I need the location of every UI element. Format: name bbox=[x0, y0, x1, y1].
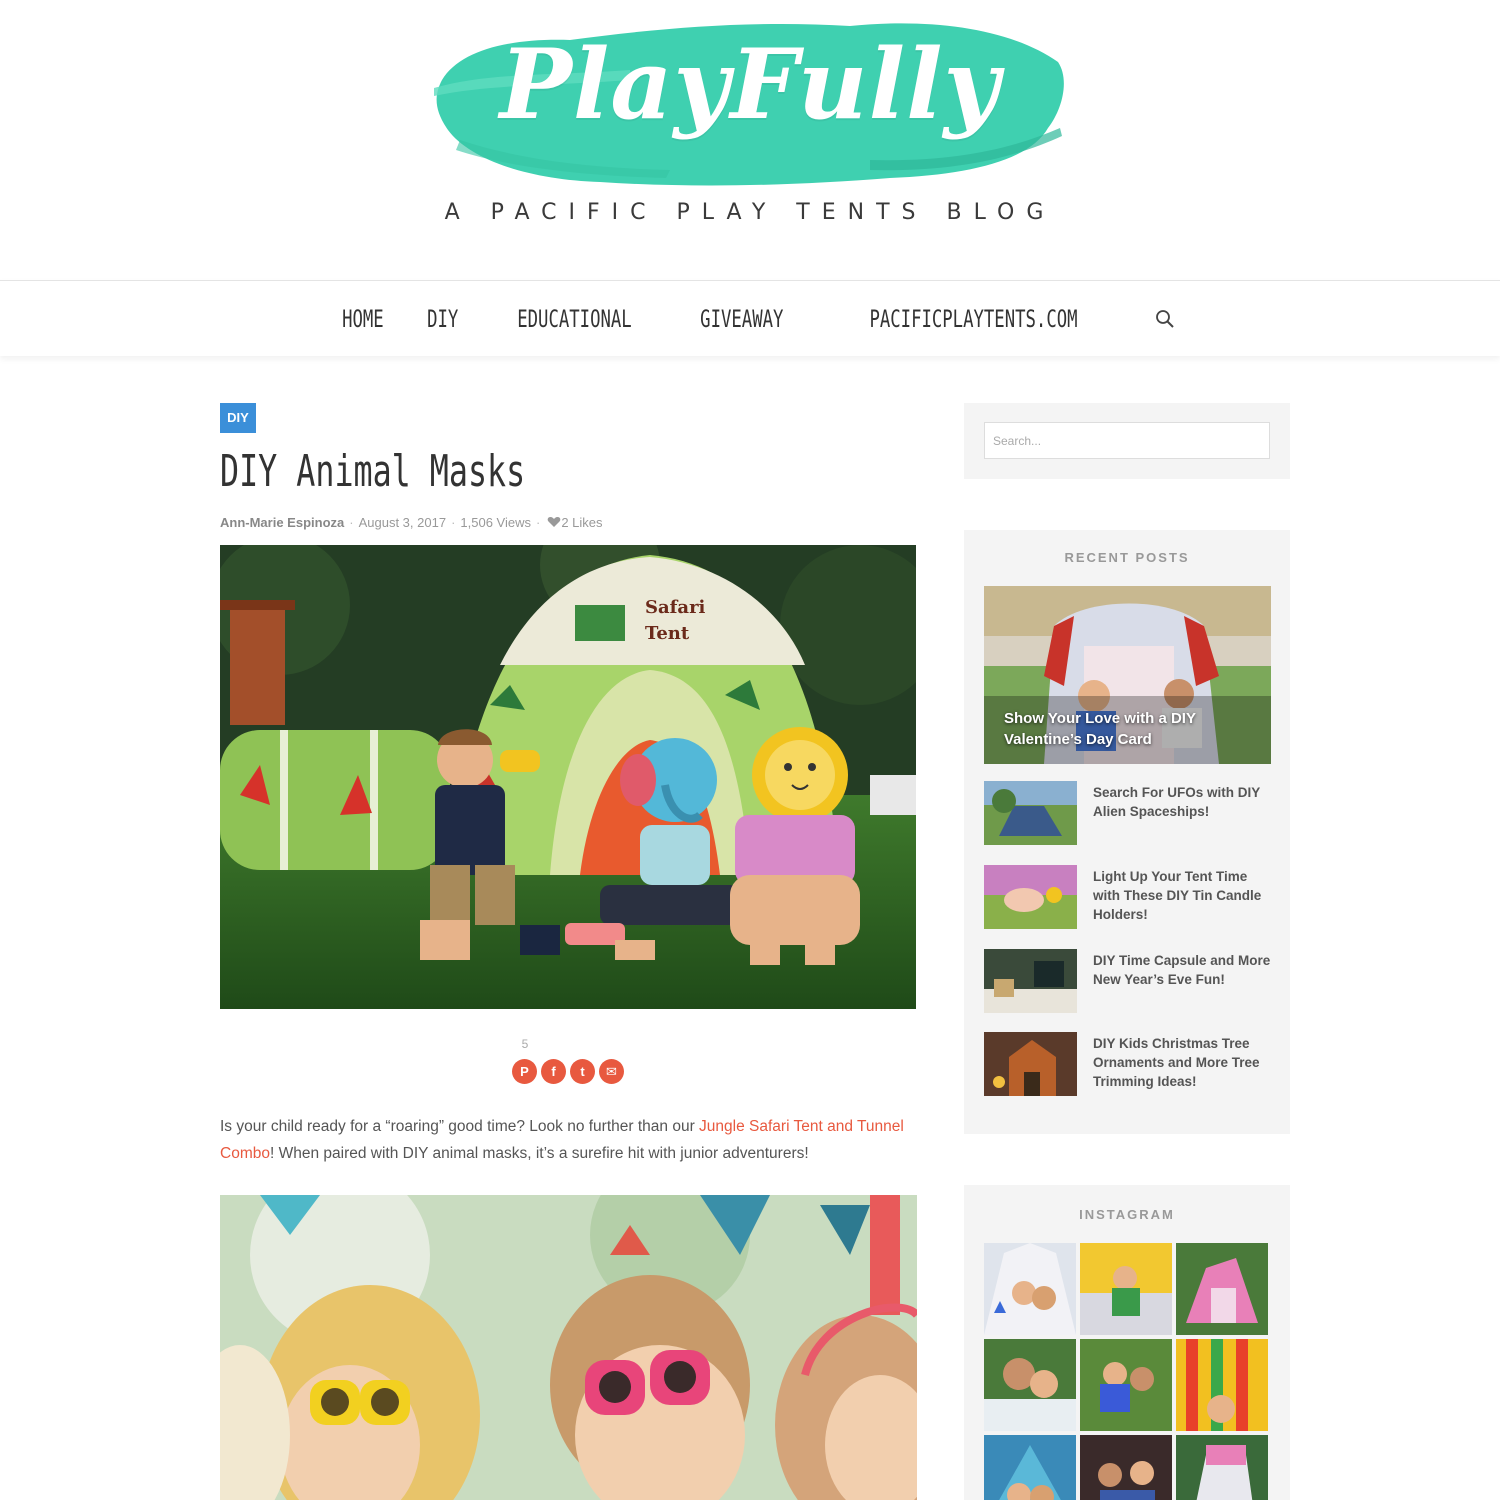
email-share-icon[interactable]: ✉ bbox=[599, 1059, 624, 1084]
instagram-grid bbox=[984, 1243, 1271, 1500]
recent-post-title[interactable]: Light Up Your Tent Time with These DIY T… bbox=[1093, 867, 1271, 924]
instagram-photo[interactable] bbox=[1080, 1339, 1172, 1431]
recent-post-featured[interactable]: Show Your Love with a DIY Valentine’s Da… bbox=[984, 586, 1271, 764]
heart-icon[interactable] bbox=[547, 516, 561, 531]
nav-item-diy[interactable]: DIY bbox=[428, 305, 459, 333]
instagram-photo[interactable] bbox=[984, 1243, 1076, 1335]
share-count: 5 bbox=[521, 1037, 529, 1051]
meta-separator: · bbox=[349, 515, 354, 530]
instagram-photo[interactable] bbox=[1176, 1339, 1268, 1431]
post-date: August 3, 2017 bbox=[358, 515, 447, 530]
instagram-photo[interactable] bbox=[1080, 1435, 1172, 1500]
recent-posts-widget: RECENT POSTS Show Your Love with a DIY V… bbox=[964, 530, 1290, 1134]
post-intro: Is your child ready for a “roaring” good… bbox=[220, 1113, 920, 1167]
nav-item-giveaway[interactable]: GIVEAWAY bbox=[700, 305, 783, 333]
recent-post-thumbnail[interactable] bbox=[984, 949, 1077, 1013]
pinterest-share-icon[interactable]: P bbox=[512, 1059, 537, 1084]
share-buttons: P f t ✉ bbox=[512, 1059, 624, 1084]
hero-image: Safari Tent bbox=[220, 545, 916, 1009]
category-badge[interactable]: DIY bbox=[220, 403, 256, 433]
recent-posts-title: RECENT POSTS bbox=[1064, 550, 1190, 565]
post-author[interactable]: Ann-Marie Espinoza bbox=[220, 515, 344, 530]
nav-item-educational[interactable]: EDUCATIONAL bbox=[517, 305, 631, 333]
facebook-share-icon[interactable]: f bbox=[541, 1059, 566, 1084]
post-image-binoculars bbox=[220, 1195, 917, 1500]
instagram-photo[interactable] bbox=[1176, 1435, 1268, 1500]
site-tagline: A PACIFIC PLAY TENTS BLOG bbox=[444, 200, 1056, 225]
recent-post-item[interactable]: Search For UFOs with DIY Alien Spaceship… bbox=[984, 781, 1274, 847]
search-widget bbox=[964, 403, 1290, 479]
meta-separator: · bbox=[451, 515, 456, 530]
recent-post-title[interactable]: Search For UFOs with DIY Alien Spaceship… bbox=[1093, 783, 1271, 821]
site-header: PlayFully A PACIFIC PLAY TENTS BLOG bbox=[0, 0, 1500, 280]
post-views: 1,506 Views bbox=[460, 515, 531, 530]
instagram-photo[interactable] bbox=[984, 1339, 1076, 1431]
post-title: DIY Animal Masks bbox=[220, 446, 526, 497]
post-meta: Ann-Marie Espinoza · August 3, 2017 · 1,506 … bbox=[220, 515, 603, 531]
recent-post-item[interactable]: DIY Time Capsule and More New Year’s Eve… bbox=[984, 949, 1274, 1015]
nav-item-pacificplaytents[interactable]: PACIFICPLAYTENTS.COM bbox=[870, 305, 1078, 333]
twitter-share-icon[interactable]: t bbox=[570, 1059, 595, 1084]
recent-post-title[interactable]: DIY Time Capsule and More New Year’s Eve… bbox=[1093, 951, 1271, 989]
post-likes: 2 Likes bbox=[561, 515, 603, 530]
tent-label-line2: Tent bbox=[645, 623, 690, 644]
recent-post-thumbnail[interactable] bbox=[984, 1032, 1077, 1096]
logo-text: PlayFully bbox=[499, 28, 1001, 141]
main-navigation: HOME DIY EDUCATIONAL GIVEAWAY PACIFICPLA… bbox=[0, 280, 1500, 356]
instagram-photo[interactable] bbox=[984, 1435, 1076, 1500]
intro-text-start: Is your child ready for a “roaring” good… bbox=[220, 1118, 700, 1135]
recent-post-featured-title[interactable]: Show Your Love with a DIY Valentine’s Da… bbox=[1004, 708, 1224, 750]
recent-post-item[interactable]: DIY Kids Christmas Tree Ornaments and Mo… bbox=[984, 1032, 1274, 1098]
recent-post-thumbnail[interactable] bbox=[984, 865, 1077, 929]
search-icon[interactable] bbox=[1154, 308, 1176, 330]
instagram-widget: INSTAGRAM bbox=[964, 1185, 1290, 1500]
instagram-photo[interactable] bbox=[1080, 1243, 1172, 1335]
instagram-title: INSTAGRAM bbox=[1079, 1207, 1175, 1222]
recent-post-thumbnail[interactable] bbox=[984, 781, 1077, 845]
intro-text-end: ! When paired with DIY animal masks, it’… bbox=[269, 1145, 809, 1162]
instagram-photo[interactable] bbox=[1176, 1243, 1268, 1335]
recent-post-title[interactable]: DIY Kids Christmas Tree Ornaments and Mo… bbox=[1093, 1034, 1271, 1091]
tent-label-line1: Safari bbox=[645, 597, 706, 618]
recent-post-item[interactable]: Light Up Your Tent Time with These DIY T… bbox=[984, 865, 1274, 931]
meta-separator: · bbox=[536, 515, 541, 530]
site-logo[interactable]: PlayFully bbox=[430, 10, 1070, 195]
nav-item-home[interactable]: HOME bbox=[342, 305, 384, 333]
search-input[interactable] bbox=[984, 422, 1270, 459]
